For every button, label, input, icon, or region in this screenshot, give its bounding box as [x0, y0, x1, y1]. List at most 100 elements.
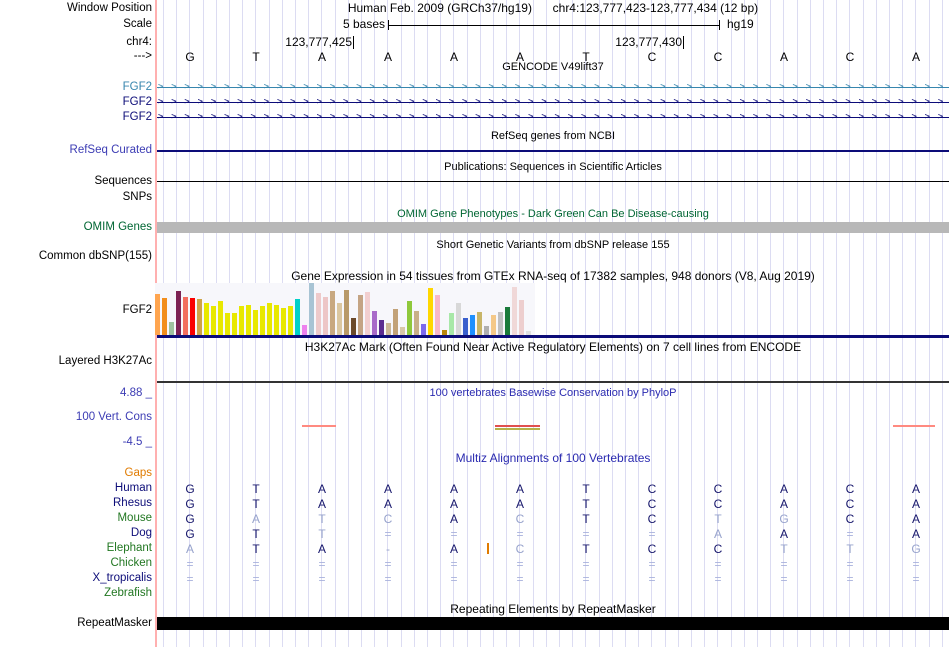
- gtex-bar[interactable]: [295, 299, 300, 335]
- gtex-bar[interactable]: [288, 306, 293, 335]
- gene-transcript-line[interactable]: >>>>>>>>>>>>>>>>>>>>>>>>>>>>>>>>>>>>>>>>…: [157, 96, 949, 109]
- gtex-bar[interactable]: [498, 312, 503, 335]
- phylop-peak-underglow: [495, 427, 540, 430]
- gtex-bar[interactable]: [351, 318, 356, 335]
- species-label[interactable]: Chicken: [0, 557, 152, 570]
- gtex-bar[interactable]: [484, 326, 489, 335]
- alignment-cell: =: [648, 572, 656, 586]
- strand-direction-label: --->: [133, 50, 152, 62]
- gtex-bar[interactable]: [162, 298, 167, 335]
- gtex-bar[interactable]: [225, 313, 230, 335]
- gtex-bar[interactable]: [274, 305, 279, 335]
- publications-track-title: Publications: Sequences in Scientific Ar…: [444, 161, 662, 173]
- omim-gene-bar[interactable]: [157, 222, 949, 233]
- gtex-bar[interactable]: [302, 325, 307, 335]
- gtex-gene-label[interactable]: FGF2: [0, 304, 152, 317]
- sequences-label[interactable]: Sequences: [0, 175, 152, 188]
- alignment-cell: C: [647, 542, 657, 556]
- gtex-bar[interactable]: [239, 306, 244, 335]
- gtex-bar[interactable]: [393, 309, 398, 335]
- alignment-cell: =: [582, 557, 590, 571]
- gtex-bar[interactable]: [197, 299, 202, 335]
- gtex-bar[interactable]: [344, 290, 349, 335]
- gtex-bar[interactable]: [435, 295, 440, 335]
- gene-label[interactable]: FGF2: [0, 81, 152, 94]
- publications-item-line[interactable]: [157, 181, 949, 182]
- phylop-label[interactable]: 100 Vert. Cons: [0, 411, 152, 424]
- gtex-bar[interactable]: [470, 315, 475, 335]
- phylop-max-value: 4.88 _: [120, 387, 152, 399]
- alignment-cell: T: [582, 542, 590, 556]
- repeatmasker-label[interactable]: RepeatMasker: [0, 617, 152, 630]
- gtex-bar[interactable]: [316, 293, 321, 335]
- gtex-bar[interactable]: [463, 318, 468, 335]
- gtex-bar[interactable]: [477, 312, 482, 335]
- gtex-bar[interactable]: [505, 307, 510, 335]
- alignment-cell: C: [713, 497, 723, 511]
- gene-label[interactable]: FGF2: [0, 111, 152, 124]
- gtex-bar[interactable]: [372, 311, 377, 335]
- species-label[interactable]: Elephant: [0, 542, 152, 555]
- species-label[interactable]: Mouse: [0, 512, 152, 525]
- alignment-cell: C: [647, 497, 657, 511]
- gene-label[interactable]: FGF2: [0, 96, 152, 109]
- alignment-cell: T: [318, 527, 326, 541]
- gtex-bar[interactable]: [218, 301, 223, 335]
- species-label[interactable]: Rhesus: [0, 497, 152, 510]
- gtex-bar[interactable]: [456, 303, 461, 335]
- gtex-bar[interactable]: [155, 294, 160, 335]
- phylop-min-value: -4.5 _: [122, 436, 152, 448]
- species-label[interactable]: Human: [0, 482, 152, 495]
- gtex-bar[interactable]: [176, 291, 181, 335]
- gtex-bar[interactable]: [281, 308, 286, 335]
- gtex-track-title: Gene Expression in 54 tissues from GTEx …: [291, 269, 815, 283]
- h3k27ac-label[interactable]: Layered H3K27Ac: [0, 355, 152, 368]
- gtex-bar[interactable]: [253, 310, 258, 335]
- gtex-bar[interactable]: [260, 306, 265, 335]
- dbsnp-label[interactable]: Common dbSNP(155): [0, 250, 152, 263]
- species-label[interactable]: Gaps: [0, 467, 153, 480]
- species-label[interactable]: X_tropicalis: [0, 572, 152, 585]
- gtex-bar[interactable]: [183, 297, 188, 335]
- gtex-bar[interactable]: [449, 313, 454, 335]
- alignment-cell: T: [582, 512, 590, 526]
- gtex-bar[interactable]: [379, 320, 384, 335]
- alignment-cell: =: [912, 572, 920, 586]
- gtex-bar[interactable]: [204, 303, 209, 335]
- gtex-bar[interactable]: [337, 303, 342, 335]
- gtex-bar[interactable]: [211, 306, 216, 335]
- assembly-text: Human Feb. 2009 (GRCh37/hg19): [347, 1, 532, 15]
- gtex-bar[interactable]: [309, 283, 314, 335]
- snps-label[interactable]: SNPs: [0, 191, 152, 204]
- refseq-curated-label[interactable]: RefSeq Curated: [0, 144, 152, 157]
- gtex-bar[interactable]: [491, 315, 496, 335]
- alignment-cell: G: [185, 482, 195, 496]
- gtex-bar[interactable]: [246, 305, 251, 335]
- omim-genes-label[interactable]: OMIM Genes: [0, 221, 152, 234]
- gtex-bar[interactable]: [358, 295, 363, 335]
- gtex-bar[interactable]: [386, 323, 391, 335]
- species-label[interactable]: Zebrafish: [0, 587, 152, 600]
- gtex-bar[interactable]: [330, 291, 335, 335]
- gtex-bar[interactable]: [169, 322, 174, 335]
- gtex-bar[interactable]: [190, 298, 195, 335]
- gtex-bar[interactable]: [421, 324, 426, 335]
- gene-transcript-line[interactable]: >>>>>>>>>>>>>>>>>>>>>>>>>>>>>>>>>>>>>>>>…: [157, 111, 949, 124]
- alignment-cell: A: [779, 482, 788, 496]
- gtex-bar[interactable]: [232, 313, 237, 335]
- position-text: chr4:123,777,423-123,777,434 (12 bp): [552, 1, 759, 15]
- repeatmasker-bar[interactable]: [157, 617, 949, 630]
- gtex-bar[interactable]: [400, 327, 405, 335]
- refseq-gene-line[interactable]: [157, 150, 949, 152]
- gtex-bar[interactable]: [323, 297, 328, 335]
- gtex-bar[interactable]: [365, 292, 370, 335]
- species-label[interactable]: Dog: [0, 527, 152, 540]
- gtex-bar[interactable]: [519, 300, 524, 335]
- alignment-cell: =: [186, 557, 194, 571]
- gtex-bar[interactable]: [414, 311, 419, 335]
- gtex-bar[interactable]: [512, 287, 517, 335]
- gtex-bar[interactable]: [428, 288, 433, 335]
- gene-transcript-line[interactable]: >>>>>>>>>>>>>>>>>>>>>>>>>>>>>>>>>>>>>>>>…: [157, 81, 949, 94]
- gtex-bar[interactable]: [407, 301, 412, 335]
- gtex-bar[interactable]: [267, 303, 272, 335]
